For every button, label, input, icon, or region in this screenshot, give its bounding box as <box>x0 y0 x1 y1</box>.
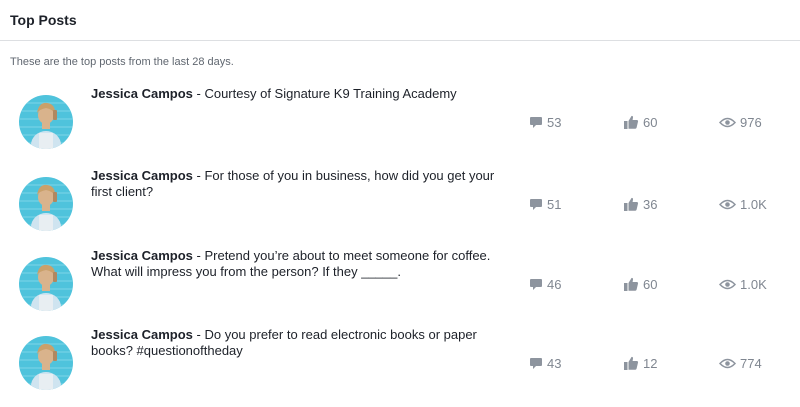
comment-bubble-icon <box>530 116 542 128</box>
views-count: 774 <box>740 355 762 371</box>
post-text[interactable]: Jessica Campos - Courtesy of Signature K… <box>91 86 511 102</box>
likes-stat: 60 <box>623 276 657 292</box>
post-row[interactable]: Jessica Campos - Courtesy of Signature K… <box>0 86 800 156</box>
page-title: Top Posts <box>10 12 77 28</box>
thumbs-up-icon <box>624 277 639 291</box>
comment-bubble-icon <box>530 278 542 290</box>
views-stat: 1.0K <box>719 196 767 212</box>
views-count: 976 <box>740 114 762 130</box>
comments-stat: 53 <box>529 114 561 130</box>
thumbs-up-icon <box>624 197 639 211</box>
comments-stat: 51 <box>529 196 561 212</box>
views-stat: 976 <box>719 114 762 130</box>
avatar-image <box>19 257 73 311</box>
top-posts-header: Top Posts <box>0 0 800 41</box>
comments-count: 53 <box>547 114 562 130</box>
comments-count: 46 <box>547 276 562 292</box>
comments-stat: 46 <box>529 276 561 292</box>
likes-count: 60 <box>643 114 658 130</box>
post-message: - Courtesy of Signature K9 Training Acad… <box>192 86 457 101</box>
avatar[interactable] <box>19 336 73 390</box>
top-posts-description: These are the top posts from the last 28… <box>10 56 234 68</box>
comments-count: 43 <box>547 355 562 371</box>
post-author: Jessica Campos <box>91 327 193 342</box>
likes-stat: 60 <box>623 114 657 130</box>
post-text[interactable]: Jessica Campos - Do you prefer to read e… <box>91 327 511 359</box>
likes-stat: 12 <box>623 355 657 371</box>
views-stat: 1.0K <box>719 276 767 292</box>
eye-icon <box>719 199 736 209</box>
likes-count: 60 <box>643 276 658 292</box>
comments-stat: 43 <box>529 355 561 371</box>
post-row[interactable]: Jessica Campos - For those of you in bus… <box>0 168 800 238</box>
views-stat: 774 <box>719 355 762 371</box>
post-row[interactable]: Jessica Campos - Pretend you’re about to… <box>0 248 800 318</box>
avatar-image <box>19 95 73 149</box>
post-text[interactable]: Jessica Campos - Pretend you’re about to… <box>91 248 511 280</box>
views-count: 1.0K <box>740 276 767 292</box>
avatar[interactable] <box>19 95 73 149</box>
eye-icon <box>719 279 736 289</box>
comment-bubble-icon <box>530 198 542 210</box>
eye-icon <box>719 117 736 127</box>
comment-bubble-icon <box>530 357 542 369</box>
avatar-image <box>19 177 73 231</box>
post-row[interactable]: Jessica Campos - Do you prefer to read e… <box>0 327 800 397</box>
avatar[interactable] <box>19 177 73 231</box>
thumbs-up-icon <box>624 115 639 129</box>
likes-stat: 36 <box>623 196 657 212</box>
post-author: Jessica Campos <box>91 248 193 263</box>
likes-count: 12 <box>643 355 658 371</box>
post-author: Jessica Campos <box>91 168 193 183</box>
views-count: 1.0K <box>740 196 767 212</box>
post-text[interactable]: Jessica Campos - For those of you in bus… <box>91 168 511 200</box>
likes-count: 36 <box>643 196 658 212</box>
post-author: Jessica Campos <box>91 86 193 101</box>
thumbs-up-icon <box>624 356 639 370</box>
eye-icon <box>719 358 736 368</box>
avatar-image <box>19 336 73 390</box>
avatar[interactable] <box>19 257 73 311</box>
comments-count: 51 <box>547 196 562 212</box>
